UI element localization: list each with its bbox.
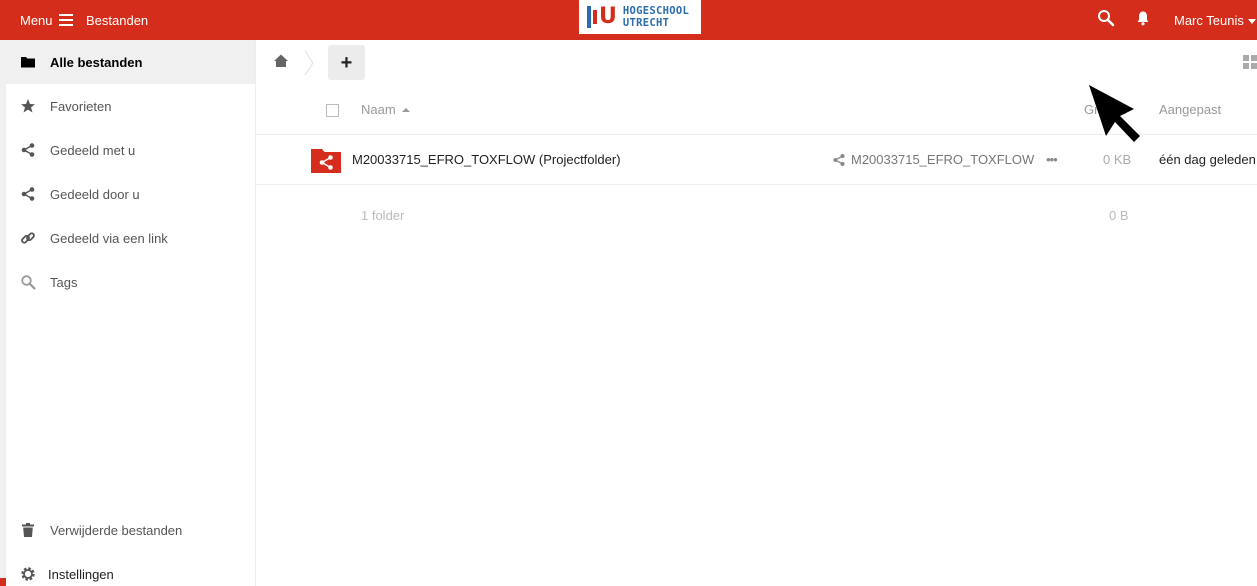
- file-modified: één dag geleden: [1159, 152, 1256, 167]
- sidebar-item-shared-with-you[interactable]: Gedeeld met u: [6, 128, 255, 172]
- sidebar-item-label: Alle bestanden: [50, 54, 143, 70]
- logo-line-2: UTRECHT: [622, 17, 670, 29]
- search-icon: [21, 275, 36, 290]
- hogeschool-utrecht-logo[interactable]: U HOGESCHOOL UTRECHT: [579, 0, 701, 34]
- summary-size: 0 B: [1109, 208, 1129, 223]
- sidebar-item-label: Gedeeld met u: [50, 142, 136, 158]
- sort-ascending-icon: [401, 107, 410, 112]
- home-icon[interactable]: [273, 53, 289, 69]
- sidebar-item-label: Gedeeld door u: [50, 186, 140, 202]
- sidebar-item-favorites[interactable]: Favorieten: [6, 84, 255, 128]
- sidebar-item-label: Gedeeld via een link: [50, 230, 168, 246]
- grid-view-toggle-icon[interactable]: [1243, 55, 1257, 69]
- sidebar-item-shared-by-you[interactable]: Gedeeld door u: [6, 172, 255, 216]
- sidebar-item-shared-via-link[interactable]: Gedeeld via een link: [6, 216, 255, 260]
- logo-bar: [593, 10, 597, 24]
- app-title: Bestanden: [86, 12, 149, 28]
- star-icon: [21, 99, 35, 113]
- search-icon[interactable]: [1097, 9, 1115, 27]
- share-owner: M20033715_EFRO_TOXFLOW: [851, 152, 1035, 167]
- sidebar: Alle bestanden Favorieten Gedeeld met u …: [6, 40, 256, 586]
- share-status[interactable]: M20033715_EFRO_TOXFLOW: [832, 152, 1034, 167]
- column-header-modified[interactable]: Aangepast: [1159, 102, 1221, 117]
- top-header-bar: Menu Bestanden U HOGESCHOOL UTRECHT Marc…: [0, 0, 1257, 40]
- breadcrumb-separator-icon: [304, 50, 314, 76]
- summary-count: 1 folder: [361, 208, 405, 223]
- share-icon: [21, 143, 35, 157]
- sidebar-item-label: Verwijderde bestanden: [50, 522, 183, 538]
- mouse-pointer-icon: [1089, 85, 1140, 142]
- sidebar-item-deleted-files[interactable]: Verwijderde bestanden: [6, 508, 255, 552]
- menu-button[interactable]: Menu: [20, 0, 73, 40]
- logo-letter: U: [599, 4, 617, 29]
- new-file-button[interactable]: +: [328, 45, 365, 80]
- menu-label: Menu: [20, 12, 53, 28]
- more-actions-icon[interactable]: •••: [1046, 152, 1058, 167]
- file-size: 0 KB: [1103, 152, 1132, 167]
- folder-icon: [21, 57, 35, 68]
- sidebar-item-all-files[interactable]: Alle bestanden: [6, 40, 255, 84]
- chevron-down-icon: [1247, 18, 1256, 24]
- sidebar-item-label: Instellingen: [48, 566, 114, 582]
- notifications-bell-icon[interactable]: [1135, 10, 1151, 26]
- user-menu[interactable]: Marc Teunis: [1174, 0, 1256, 40]
- sidebar-item-settings[interactable]: Instellingen: [6, 552, 255, 586]
- plus-icon: +: [340, 51, 353, 74]
- user-name: Marc Teunis: [1174, 12, 1244, 28]
- link-icon: [21, 232, 35, 244]
- gear-icon: [21, 567, 35, 581]
- logo-text: HOGESCHOOL UTRECHT: [623, 5, 689, 29]
- logo-mark: U: [587, 6, 617, 28]
- sidebar-item-label: Tags: [50, 274, 78, 290]
- sidebar-item-label: Favorieten: [50, 98, 112, 114]
- trash-icon: [22, 523, 34, 537]
- hamburger-icon: [58, 14, 73, 26]
- select-all-checkbox[interactable]: [326, 104, 339, 117]
- logo-bar: [587, 6, 591, 28]
- share-icon: [21, 187, 35, 201]
- file-name[interactable]: M20033715_EFRO_TOXFLOW (Projectfolder): [352, 152, 621, 167]
- logo-line-1: HOGESCHOOL: [622, 5, 690, 17]
- column-header-name-label: Naam: [361, 102, 396, 117]
- sidebar-item-tags[interactable]: Tags: [6, 260, 255, 304]
- share-icon: [833, 153, 845, 166]
- column-header-name[interactable]: Naam: [361, 102, 410, 117]
- shared-folder-icon: [311, 149, 341, 173]
